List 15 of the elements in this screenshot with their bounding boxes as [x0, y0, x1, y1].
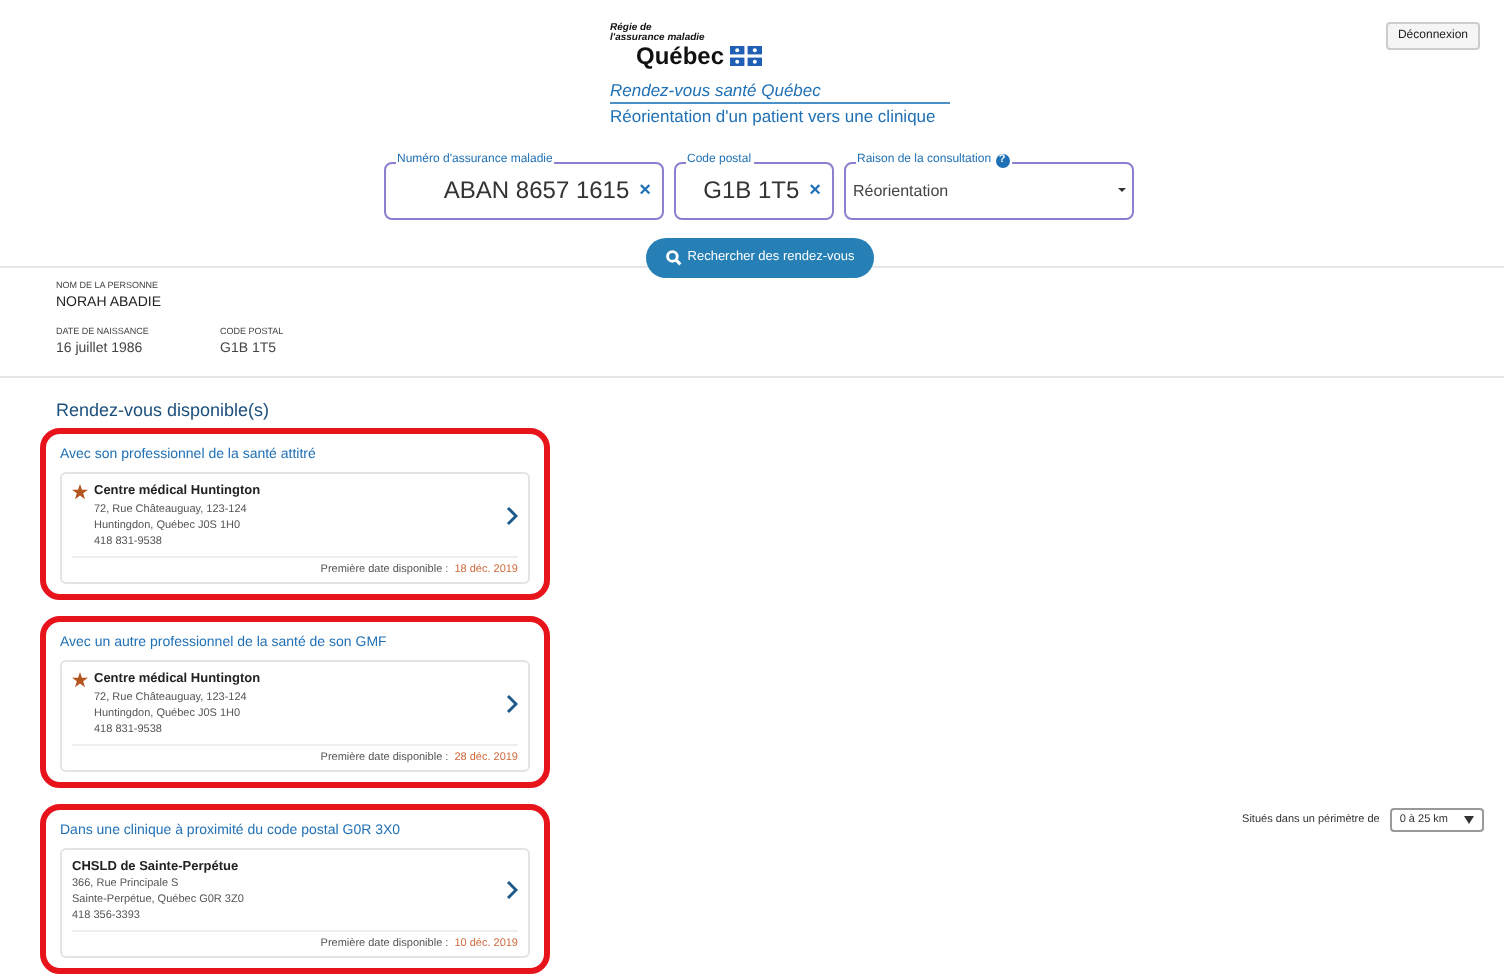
logo-wordmark: Québec [636, 44, 725, 70]
search-icon [665, 249, 682, 266]
clear-icon[interactable]: × [809, 179, 821, 202]
flag-icon [730, 46, 763, 67]
page-subtitle: Réorientation d'un patient vers une clinique [610, 105, 938, 126]
field-value: Réorientation [851, 181, 951, 200]
caret-icon [1464, 815, 1474, 824]
clear-icon[interactable]: × [639, 179, 651, 202]
field-value: G1B 1T5 [701, 176, 802, 205]
chevron-right-icon[interactable] [506, 693, 518, 714]
chevron-right-icon[interactable] [506, 880, 518, 901]
field-value: ABAN 8657 1615 [441, 176, 632, 205]
chevron-right-icon[interactable] [506, 505, 518, 526]
app-title: Rendez-vous santé Québec [610, 79, 950, 104]
section-heading: Rendez-vous disponible(s) [56, 399, 272, 420]
